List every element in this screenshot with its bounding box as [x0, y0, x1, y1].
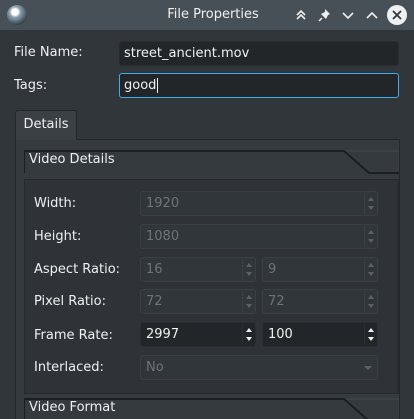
pixel-ratio-b-spinbox[interactable]: 72: [262, 289, 378, 314]
video-format-title: Video Format: [29, 400, 116, 415]
text-cursor: [157, 78, 159, 93]
file-name-label: File Name:: [14, 45, 83, 60]
pin-icon[interactable]: [314, 4, 336, 26]
frame-rate-a-spinbox[interactable]: 2997: [140, 322, 256, 347]
close-icon[interactable]: [387, 5, 407, 25]
height-stepper[interactable]: [364, 226, 376, 247]
pixel-ratio-b-value: 72: [268, 294, 285, 309]
tags-value: good: [124, 78, 157, 93]
pixel-ratio-b-stepper[interactable]: [364, 291, 376, 312]
width-label: Width:: [34, 196, 77, 211]
frame-rate-label: Frame Rate:: [34, 328, 113, 343]
tab-details[interactable]: Details: [15, 110, 77, 140]
chevron-down-icon: [364, 366, 372, 370]
video-format-header[interactable]: Video Format: [24, 396, 399, 419]
height-value: 1080: [146, 229, 180, 244]
title-bar[interactable]: File Properties: [0, 0, 414, 30]
interlaced-select[interactable]: No: [140, 355, 378, 380]
aspect-ratio-a-spinbox[interactable]: 16: [140, 257, 256, 282]
interlaced-value: No: [146, 360, 164, 375]
aspect-ratio-b-stepper[interactable]: [364, 259, 376, 280]
height-label: Height:: [34, 229, 82, 244]
interlaced-label: Interlaced:: [34, 360, 104, 375]
aspect-ratio-b-spinbox[interactable]: 9: [262, 257, 378, 282]
frame-rate-b-stepper[interactable]: [364, 324, 376, 345]
frame-rate-a-value: 2997: [146, 327, 180, 342]
maximize-icon[interactable]: [361, 4, 383, 26]
video-details-header[interactable]: Video Details: [24, 148, 399, 174]
frame-rate-b-spinbox[interactable]: 100: [262, 322, 378, 347]
pixel-ratio-label: Pixel Ratio:: [34, 294, 106, 309]
aspect-ratio-a-stepper[interactable]: [242, 259, 254, 280]
aspect-ratio-a-value: 16: [146, 262, 163, 277]
minimize-icon[interactable]: [337, 4, 359, 26]
aspect-ratio-label: Aspect Ratio:: [34, 262, 121, 277]
frame-rate-b-value: 100: [268, 327, 293, 342]
tags-label: Tags:: [14, 78, 48, 93]
pixel-ratio-a-spinbox[interactable]: 72: [140, 289, 256, 314]
aspect-ratio-b-value: 9: [268, 262, 277, 277]
video-details-title: Video Details: [29, 152, 115, 167]
pixel-ratio-a-value: 72: [146, 294, 163, 309]
tags-field[interactable]: good: [119, 73, 399, 98]
width-stepper[interactable]: [364, 193, 376, 214]
width-spinbox[interactable]: 1920: [140, 191, 378, 216]
tab-details-label: Details: [23, 117, 69, 132]
frame-rate-a-stepper[interactable]: [242, 324, 254, 345]
file-name-value: street_ancient.mov: [124, 46, 250, 61]
pixel-ratio-a-stepper[interactable]: [242, 291, 254, 312]
width-value: 1920: [146, 196, 180, 211]
keep-above-icon[interactable]: [290, 4, 312, 26]
height-spinbox[interactable]: 1080: [140, 224, 378, 249]
file-name-field[interactable]: street_ancient.mov: [119, 41, 399, 66]
